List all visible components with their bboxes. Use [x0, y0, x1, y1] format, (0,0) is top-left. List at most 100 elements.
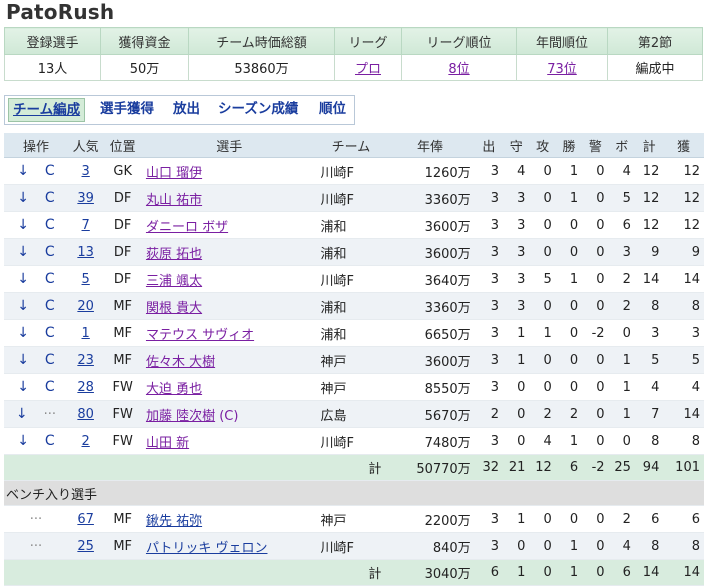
set-captain-button[interactable]: C [45, 298, 55, 314]
position-cell: MF [103, 346, 142, 374]
league-link[interactable]: プロ [355, 62, 381, 77]
move-down-button[interactable]: ↓ [17, 163, 29, 179]
salary-cell: 6650万 [385, 319, 475, 347]
table-row: ↓ C 39 DF 丸山 祐市 川崎F 3360万 3 3 0 1 0 5 12 12 [4, 184, 704, 212]
position-cell: DF [103, 238, 142, 266]
set-captain-button[interactable]: C [45, 271, 55, 287]
player-name-link[interactable]: 荻原 拓也 [146, 247, 202, 262]
stat-cell: 1 [503, 505, 530, 533]
move-down-button[interactable]: ↓ [17, 298, 29, 314]
popularity-link[interactable]: 20 [77, 299, 94, 314]
set-captain-button[interactable]: C [45, 379, 55, 395]
popularity-link[interactable]: 13 [77, 245, 94, 260]
move-down-button[interactable]: ↓ [17, 217, 29, 233]
stat-cell: 3 [503, 211, 530, 239]
player-name-link[interactable]: 山口 瑠伊 [146, 166, 202, 181]
popularity-link[interactable]: 7 [82, 218, 90, 233]
set-captain-button[interactable]: C [45, 433, 55, 449]
move-down-button[interactable]: ↓ [17, 271, 29, 287]
total-earned: 101 [663, 454, 704, 481]
set-captain-button[interactable]: C [45, 217, 55, 233]
stat-cell: 5 [634, 346, 664, 374]
player-name-link[interactable]: 関根 貴大 [146, 301, 202, 316]
stat-cell: 0 [555, 319, 583, 347]
stat-cell: 8 [634, 532, 664, 560]
player-name-link[interactable]: 山田 新 [146, 436, 189, 451]
popularity-link[interactable]: 2 [82, 434, 90, 449]
popularity-link[interactable]: 39 [77, 191, 94, 206]
tab-release[interactable]: 放出 [173, 98, 200, 120]
popularity-link[interactable]: 80 [77, 407, 94, 422]
stat-cell: 3 [474, 211, 504, 239]
stat-cell: 0 [608, 427, 635, 455]
team-cell: 浦和 [316, 211, 386, 239]
popularity-link[interactable]: 23 [77, 353, 94, 368]
stat-cell: 1 [608, 400, 635, 428]
set-captain-button[interactable]: C [45, 163, 55, 179]
stat-cell: 14 [634, 265, 664, 293]
total-defense: 21 [503, 454, 530, 481]
stat-cell: 1 [529, 319, 556, 347]
stat-cell: 0 [582, 346, 609, 374]
player-name-link[interactable]: パトリッキ ヴェロン [146, 541, 268, 556]
tab-season-stats[interactable]: シーズン成績 [218, 98, 298, 120]
stat-cell: 0 [582, 211, 609, 239]
move-down-button[interactable]: ↓ [17, 244, 29, 260]
league-rank-link[interactable]: 8位 [448, 62, 469, 77]
stat-cell: 1 [555, 157, 583, 185]
stat-cell: 8 [663, 427, 704, 455]
move-down-button[interactable]: ↓ [17, 379, 29, 395]
tab-acquire-players[interactable]: 選手獲得 [100, 98, 154, 120]
player-name-link[interactable]: ダニーロ ボザ [146, 220, 228, 235]
annual-rank-link[interactable]: 73位 [547, 62, 577, 77]
stat-cell: 0 [582, 400, 609, 428]
stat-cell: 3 [474, 373, 504, 401]
captain-placeholder: ··· [43, 407, 57, 422]
move-down-button[interactable]: ↓ [17, 190, 29, 206]
popularity-link[interactable]: 1 [82, 326, 90, 341]
set-captain-button[interactable]: C [45, 352, 55, 368]
set-captain-button[interactable]: C [45, 244, 55, 260]
popularity-link[interactable]: 28 [77, 380, 94, 395]
player-name-link[interactable]: 三浦 颯太 [146, 274, 202, 289]
player-name-link[interactable]: 丸山 祐市 [146, 193, 202, 208]
total-points: 94 [634, 454, 664, 481]
stat-cell: 1 [555, 532, 583, 560]
player-name-link[interactable]: 加藤 陸次樹 [146, 409, 215, 424]
player-name-link[interactable]: 大迫 勇也 [146, 382, 202, 397]
tab-team-formation[interactable]: チーム編成 [8, 98, 86, 122]
summary-funds: 50万 [100, 54, 189, 81]
set-captain-button[interactable]: C [45, 190, 55, 206]
total-appearance: 32 [474, 454, 504, 481]
move-down-button[interactable]: ↓ [16, 406, 28, 422]
move-down-button[interactable]: ↓ [17, 325, 29, 341]
stat-cell: 0 [503, 427, 530, 455]
position-cell: MF [103, 292, 142, 320]
tab-standings[interactable]: 順位 [319, 98, 346, 120]
popularity-link[interactable]: 5 [82, 272, 90, 287]
stat-cell: 12 [663, 157, 704, 185]
stat-cell: 1 [555, 427, 583, 455]
stat-cell: 3 [474, 157, 504, 185]
salary-cell: 3360万 [385, 184, 475, 212]
summary-header-players: 登録選手 [4, 27, 101, 55]
player-name-link[interactable]: マテウス サヴィオ [146, 328, 254, 343]
popularity-link[interactable]: 67 [77, 512, 94, 527]
stat-cell: 12 [663, 184, 704, 212]
col-header-action: 操作 [4, 133, 68, 158]
player-name-link[interactable]: 鍬先 祐弥 [146, 514, 202, 529]
stat-cell: 14 [663, 265, 704, 293]
stat-cell: 0 [529, 373, 556, 401]
popularity-link[interactable]: 3 [82, 164, 90, 179]
set-captain-button[interactable]: C [45, 325, 55, 341]
popularity-link[interactable]: 25 [77, 539, 94, 554]
stat-cell: 0 [582, 532, 609, 560]
move-down-button[interactable]: ↓ [17, 352, 29, 368]
stat-cell: 0 [608, 319, 635, 347]
stat-cell: 8 [634, 292, 664, 320]
stat-cell: 0 [555, 505, 583, 533]
salary-cell: 5670万 [385, 400, 475, 428]
stat-cell: 0 [529, 346, 556, 374]
move-down-button[interactable]: ↓ [17, 433, 29, 449]
player-name-link[interactable]: 佐々木 大樹 [146, 355, 215, 370]
